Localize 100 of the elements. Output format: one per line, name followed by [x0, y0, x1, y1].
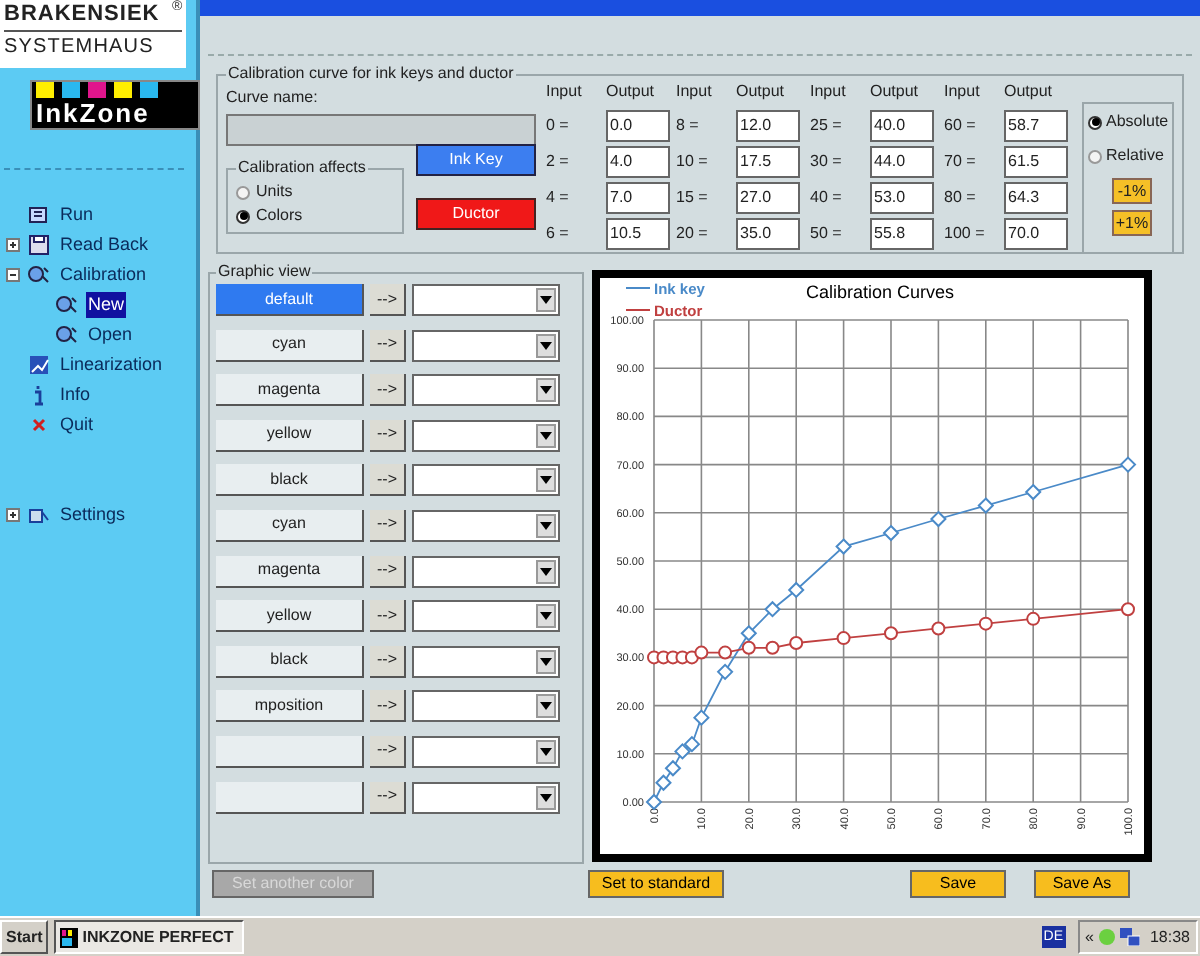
color-button[interactable]: [216, 781, 364, 814]
radio-button[interactable]: [236, 185, 250, 199]
nav-item[interactable]: New: [86, 291, 127, 319]
dropdown-arrow-icon[interactable]: [540, 431, 552, 440]
output-field[interactable]: 61.5: [1004, 146, 1068, 178]
output-field[interactable]: 53.0: [870, 182, 934, 214]
chart-icon[interactable]: [28, 354, 50, 376]
expand-icon[interactable]: [6, 238, 20, 252]
arrow-button[interactable]: -->: [370, 329, 406, 362]
nav-item[interactable]: Info: [58, 381, 93, 409]
dropdown[interactable]: [412, 645, 560, 678]
arrow-button[interactable]: -->: [370, 419, 406, 452]
color-button[interactable]: cyan: [216, 329, 364, 362]
action-button[interactable]: Save As: [1034, 870, 1130, 898]
dropdown[interactable]: [412, 555, 560, 588]
dropdown[interactable]: [412, 329, 560, 362]
output-field[interactable]: 70.0: [1004, 218, 1068, 250]
dropdown[interactable]: [412, 419, 560, 452]
network-icon[interactable]: [1119, 928, 1140, 946]
expand-icon[interactable]: [6, 508, 20, 522]
output-field[interactable]: 55.8: [870, 218, 934, 250]
dropdown[interactable]: [412, 781, 560, 814]
action-button[interactable]: Save: [910, 870, 1006, 898]
ductor-button[interactable]: Ductor: [416, 198, 536, 230]
start-button[interactable]: Start: [0, 920, 49, 954]
app-icon[interactable]: [60, 927, 79, 947]
arrow-button[interactable]: -->: [370, 509, 406, 542]
output-field[interactable]: 35.0: [736, 218, 800, 250]
increase-button[interactable]: +1%: [1112, 210, 1152, 236]
dropdown[interactable]: [412, 509, 560, 542]
color-button[interactable]: yellow: [216, 419, 364, 452]
magnifier-icon[interactable]: [28, 264, 50, 286]
color-button[interactable]: magenta: [216, 555, 364, 588]
taskbar-button[interactable]: INKZONE PERFECT: [54, 920, 245, 954]
dropdown-arrow-icon[interactable]: [540, 476, 552, 485]
output-field[interactable]: 44.0: [870, 146, 934, 178]
output-field[interactable]: 17.5: [736, 146, 800, 178]
arrow-button[interactable]: -->: [370, 464, 406, 497]
dropdown-arrow-icon[interactable]: [540, 567, 552, 576]
output-field[interactable]: 27.0: [736, 182, 800, 214]
output-field[interactable]: 58.7: [1004, 110, 1068, 142]
action-button[interactable]: Set to standard: [588, 870, 724, 898]
radio-button[interactable]: [236, 209, 250, 223]
arrow-button[interactable]: -->: [370, 284, 406, 316]
arrow-button[interactable]: -->: [370, 374, 406, 407]
output-field[interactable]: 64.3: [1004, 182, 1068, 214]
color-button[interactable]: cyan: [216, 509, 364, 542]
output-field[interactable]: 40.0: [870, 110, 934, 142]
color-button[interactable]: default: [216, 284, 364, 316]
nav-item[interactable]: Settings: [58, 501, 128, 529]
dropdown-arrow-icon[interactable]: [540, 612, 552, 621]
dropdown-arrow-icon[interactable]: [540, 657, 552, 666]
dropdown[interactable]: [412, 735, 560, 768]
nav-item[interactable]: Quit: [58, 411, 96, 439]
magnifier-icon[interactable]: [56, 324, 78, 346]
color-button[interactable]: mposition: [216, 690, 364, 723]
curve-name-field[interactable]: [226, 114, 536, 146]
ink-key-button[interactable]: Ink Key: [416, 144, 536, 176]
dropdown[interactable]: [412, 600, 560, 633]
dropdown-arrow-icon[interactable]: [540, 386, 552, 395]
color-button[interactable]: black: [216, 645, 364, 678]
dropdown-arrow-icon[interactable]: [540, 702, 552, 711]
arrow-button[interactable]: -->: [370, 555, 406, 588]
arrow-button[interactable]: -->: [370, 690, 406, 723]
magnifier-icon[interactable]: [56, 294, 78, 316]
output-field[interactable]: 10.5: [606, 218, 670, 250]
nav-item[interactable]: Read Back: [58, 231, 151, 259]
nav-item[interactable]: Open: [86, 321, 135, 349]
dropdown[interactable]: [412, 284, 560, 316]
output-field[interactable]: 12.0: [736, 110, 800, 142]
nav-item[interactable]: Linearization: [58, 351, 165, 379]
window-icon[interactable]: [28, 204, 50, 226]
nav-item[interactable]: Run: [58, 201, 96, 229]
output-field[interactable]: 4.0: [606, 146, 670, 178]
close-icon[interactable]: [28, 414, 50, 436]
arrow-button[interactable]: -->: [370, 781, 406, 814]
arrow-button[interactable]: -->: [370, 645, 406, 678]
nav-item[interactable]: Calibration: [58, 261, 149, 289]
dropdown[interactable]: [412, 374, 560, 407]
color-button[interactable]: yellow: [216, 600, 364, 633]
settings-icon[interactable]: [28, 504, 50, 526]
color-button[interactable]: black: [216, 464, 364, 497]
color-button[interactable]: magenta: [216, 374, 364, 407]
output-field[interactable]: 7.0: [606, 182, 670, 214]
dropdown-arrow-icon[interactable]: [540, 793, 552, 802]
dropdown[interactable]: [412, 464, 560, 497]
arrow-button[interactable]: -->: [370, 600, 406, 633]
radio-button[interactable]: [1088, 149, 1102, 163]
dropdown-arrow-icon[interactable]: [540, 747, 552, 756]
arrow-button[interactable]: -->: [370, 735, 406, 768]
collapse-icon[interactable]: [6, 268, 20, 282]
color-button[interactable]: [216, 735, 364, 768]
output-field[interactable]: 0.0: [606, 110, 670, 142]
dropdown-arrow-icon[interactable]: [540, 296, 552, 304]
dropdown-arrow-icon[interactable]: [540, 521, 552, 530]
dropdown[interactable]: [412, 690, 560, 723]
radio-button[interactable]: [1088, 115, 1102, 129]
dropdown-arrow-icon[interactable]: [540, 341, 552, 350]
decrease-button[interactable]: -1%: [1112, 178, 1152, 204]
tray-expander[interactable]: «: [1085, 925, 1094, 949]
